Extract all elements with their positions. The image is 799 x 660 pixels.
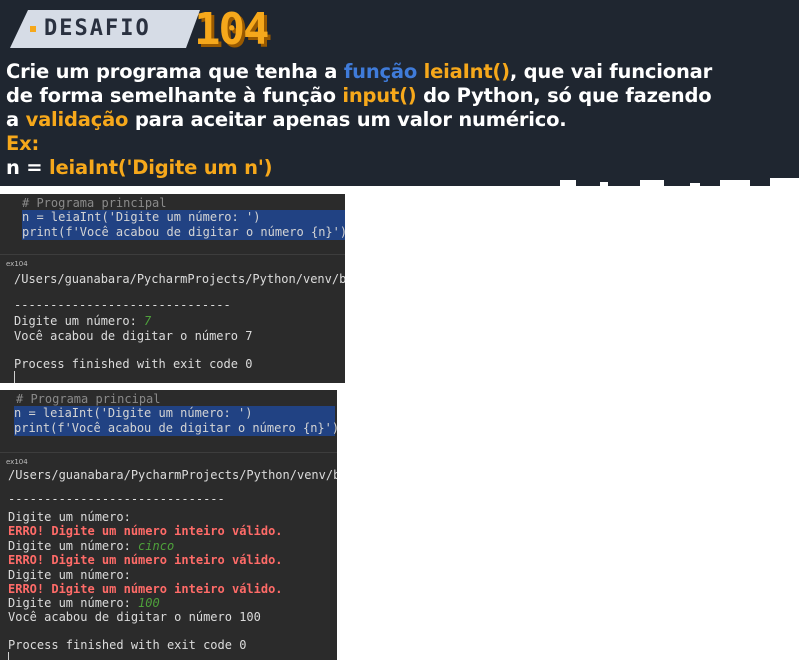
console-prompt-3: Digite um número:: [8, 568, 131, 582]
console-prompt-4: Digite um número: 100: [8, 596, 160, 610]
console-separator: ------------------------------: [8, 492, 225, 506]
console-prompt: Digite um número: 7: [14, 314, 152, 328]
challenge-number: 104: [194, 4, 269, 55]
example-heading: Ex:: [6, 132, 40, 155]
panel-divider: [0, 254, 345, 255]
editor-comment: # Programa principal: [22, 196, 167, 210]
console-tab[interactable]: ex104: [6, 259, 28, 269]
keyword-leiaint: leiaInt(): [423, 60, 510, 83]
console-prompt-2: Digite um número: cinco: [8, 539, 175, 553]
challenge-description: Crie um programa que tenha a função leia…: [6, 60, 796, 180]
editor-line-1[interactable]: n = leiaInt('Digite um número: '): [22, 210, 345, 225]
editor-line-2[interactable]: print(f'Você acabou de digitar o número …: [14, 421, 337, 436]
console-path: /Users/guanabara/PycharmProjects/Python/…: [8, 468, 337, 482]
description-line-3: a validação para aceitar apenas um valor…: [6, 108, 567, 131]
keyword-funcao: função: [343, 60, 418, 83]
bullet-icon: [30, 26, 36, 32]
console-error-2: ERRO! Digite um número inteiro válido.: [8, 553, 283, 567]
keyword-input: input(): [342, 84, 417, 107]
user-input: cinco: [138, 539, 175, 553]
text-cursor: [8, 652, 9, 660]
console-prompt-1: Digite um número:: [8, 510, 131, 524]
desafio-label: DESAFIO: [44, 16, 151, 41]
editor-line-2[interactable]: print(f'Você acabou de digitar o número …: [22, 225, 345, 240]
console-exit-message: Process finished with exit code 0: [8, 638, 247, 652]
editor-line-1[interactable]: n = leiaInt('Digite um número: '): [14, 406, 335, 421]
console-error-3: ERRO! Digite um número inteiro válido.: [8, 582, 283, 596]
description-line-2: de forma semelhante à função input() do …: [6, 84, 712, 107]
user-input: 7: [144, 314, 152, 328]
ide-screenshot-2: # Programa principal n = leiaInt('Digite…: [0, 390, 337, 660]
console-tab[interactable]: ex104: [6, 457, 28, 467]
user-input: 100: [138, 596, 160, 610]
keyword-validacao: validação: [25, 108, 129, 131]
console-error-1: ERRO! Digite um número inteiro válido.: [8, 524, 283, 538]
console-separator: ------------------------------: [14, 298, 231, 312]
challenge-banner: DESAFIO 104 Crie um programa que tenha a…: [0, 0, 799, 186]
text-cursor: [14, 371, 15, 383]
console-result: Você acabou de digitar o número 7: [14, 329, 253, 343]
panel-divider: [0, 452, 337, 453]
console-path: /Users/guanabara/PycharmProjects/Python/…: [14, 272, 345, 286]
description-line-1: Crie um programa que tenha a função leia…: [6, 60, 713, 83]
console-result: Você acabou de digitar o número 100: [8, 610, 261, 624]
pixel-edge-decoration: [0, 176, 799, 186]
editor-comment: # Programa principal: [16, 392, 161, 406]
console-exit-message: Process finished with exit code 0: [14, 357, 253, 371]
ide-screenshot-1: # Programa principal n = leiaInt('Digite…: [0, 194, 345, 383]
